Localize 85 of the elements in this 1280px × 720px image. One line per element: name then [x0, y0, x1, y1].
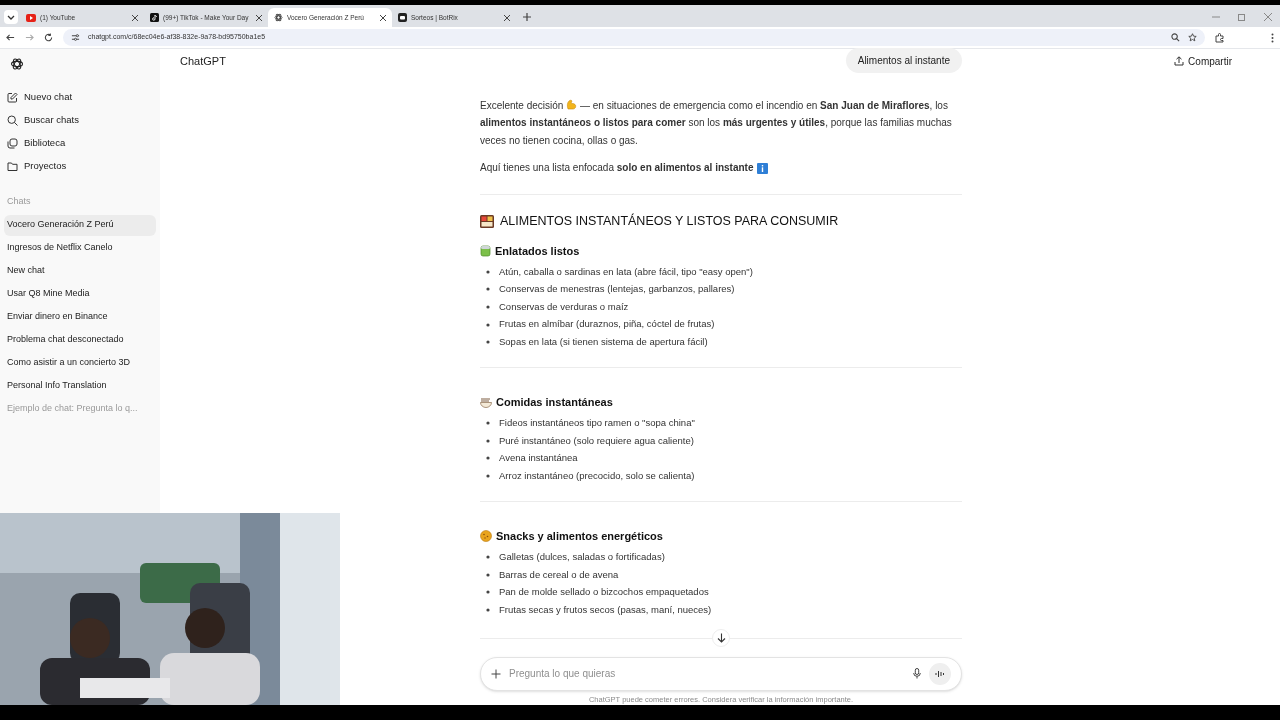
- section-heading: Comidas instantáneas: [496, 395, 613, 410]
- share-button[interactable]: Compartir: [1174, 53, 1232, 69]
- can-icon: [480, 244, 491, 257]
- note-icon: [150, 13, 159, 22]
- answer-paragraph: Excelente decisión — en situaciones de emergencia como el incendio en San Juan de Miraflores, los alimentos instantáneos o listos para comer son los más urgentes y útiles, porque las familias muchas veces no tienen cocina, ollas o gas.: [480, 97, 953, 148]
- share-icon: [1174, 56, 1185, 67]
- list-item-text: Fideos instantáneos tipo ramen o "sopa china": [499, 416, 695, 431]
- cookie-icon: [480, 530, 492, 543]
- back-icon[interactable]: [6, 33, 15, 42]
- search-icon: [7, 115, 18, 126]
- bookmark-star-icon[interactable]: [1188, 33, 1197, 42]
- waveform-icon: [935, 669, 945, 678]
- scroll-down-button[interactable]: [712, 628, 730, 647]
- bullet-icon: [486, 474, 490, 479]
- list-item-text: Galletas (dulces, saladas o fortificadas): [499, 550, 665, 565]
- bullet-icon: [486, 438, 490, 443]
- site-settings-icon[interactable]: [71, 33, 80, 42]
- bullet-icon: [486, 421, 490, 426]
- bullet-icon: [486, 456, 490, 461]
- chat-list-item[interactable]: Usar Q8 Mine Media: [4, 283, 156, 305]
- chat-list-item[interactable]: Enviar dinero en Binance: [4, 306, 156, 328]
- sidebar-nav-item[interactable]: Proyectos: [4, 156, 156, 177]
- info-icon: [757, 162, 769, 174]
- bullet-icon: [486, 340, 490, 345]
- chat-list-item[interactable]: Problema chat desconectado: [4, 329, 156, 351]
- library-icon: [7, 138, 18, 149]
- voice-mode-button[interactable]: [929, 662, 951, 685]
- bullet-icon: [486, 269, 490, 274]
- bowl-icon: [480, 396, 492, 409]
- list-item-text: Avena instantánea: [499, 451, 578, 466]
- bullet-icon: [486, 287, 490, 292]
- bullet-icon: [486, 607, 490, 612]
- list-item-text: Puré instantáneo (solo requiere agua caliente): [499, 433, 694, 448]
- bullet-icon: [486, 322, 490, 327]
- arrow-down-icon: [716, 632, 726, 643]
- tab-search-icon[interactable]: [4, 10, 18, 24]
- answer-paragraph: Aquí tienes una lista enfocada solo en alimentos al instante: [480, 159, 962, 177]
- microphone-icon[interactable]: [913, 668, 921, 680]
- play-icon: [26, 13, 36, 22]
- list-item-text: Frutas en almíbar (duraznos, piña, cóctel de frutas): [499, 317, 715, 332]
- close-icon[interactable]: [504, 14, 510, 21]
- section-heading: Enlatados listos: [495, 243, 580, 259]
- close-icon[interactable]: [132, 14, 138, 21]
- extensions-icon[interactable]: [1215, 32, 1225, 43]
- section-heading: Snacks y alimentos energéticos: [496, 528, 663, 544]
- flexed-arm-icon: [566, 98, 578, 110]
- list-item-text: Barras de cereal o de avena: [499, 567, 619, 582]
- list-item-text: Atún, caballa o sardinas en lata (abre fácil, tipo "easy open"): [499, 264, 753, 279]
- composer[interactable]: Pregunta lo que quieras: [480, 656, 962, 691]
- edit-icon: [7, 92, 18, 103]
- list-item-text: Frutas secas y frutos secos (pasas, maní, nueces): [499, 602, 712, 617]
- chat-list-item[interactable]: Personal Info Translation: [4, 375, 156, 397]
- close-icon[interactable]: [256, 14, 262, 21]
- folder-icon: [7, 161, 18, 172]
- reload-icon[interactable]: [44, 33, 53, 42]
- chat-list-item[interactable]: New chat: [4, 260, 156, 282]
- bento-box-icon: [480, 214, 494, 228]
- bullet-icon: [486, 305, 490, 309]
- user-message-bubble: Alimentos al instante: [845, 47, 962, 73]
- list-item-text: Arroz instantáneo (precocido, solo se calienta): [499, 468, 695, 483]
- app-title[interactable]: ChatGPT: [180, 53, 226, 70]
- sidebar-nav-item[interactable]: Buscar chats: [4, 110, 156, 131]
- chat-list-item[interactable]: Ingresos de Netflix Canelo: [4, 237, 156, 259]
- close-icon[interactable]: [380, 14, 386, 21]
- section-label: Chats: [6, 195, 32, 208]
- restore-icon[interactable]: [1238, 13, 1246, 21]
- plus-icon[interactable]: [491, 668, 501, 679]
- bullet-icon: [486, 572, 490, 577]
- zoom-icon[interactable]: [1171, 33, 1180, 42]
- answer-heading: ALIMENTOS INSTANTÁNEOS Y LISTOS PARA CONSUMIR: [500, 212, 839, 230]
- message-input[interactable]: Pregunta lo que quieras: [509, 666, 905, 682]
- openai-logo-icon[interactable]: [10, 57, 24, 71]
- bullet-icon: [486, 590, 490, 595]
- bullet-icon: [486, 555, 490, 560]
- new-tab-icon[interactable]: [522, 12, 532, 22]
- list-item-text: Conservas de menestras (lentejas, garbanzos, pallares): [499, 282, 735, 297]
- list-item-text: Sopas en lata (si tienen sistema de apertura fácil): [499, 335, 708, 350]
- sidebar-nav-item[interactable]: Biblioteca: [4, 133, 156, 154]
- more-icon[interactable]: [1271, 32, 1274, 43]
- openai-logo-icon: [274, 13, 283, 22]
- list-item-text: Pan de molde sellado o bizcochos empaquetados: [499, 585, 709, 600]
- list-item-text: Conservas de verduras o maíz: [499, 299, 629, 314]
- chat-list-item[interactable]: Vocero Generación Z Perú: [4, 214, 156, 236]
- chat-list-item[interactable]: Como asistir a un concierto 3D: [4, 352, 156, 374]
- sidebar-nav-item[interactable]: Nuevo chat: [4, 87, 156, 108]
